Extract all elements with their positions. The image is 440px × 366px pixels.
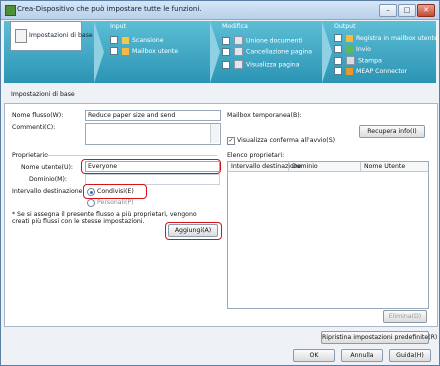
output-item-meap[interactable]: MEAP Connector: [334, 67, 407, 75]
output-header: Output: [334, 23, 356, 30]
comments-label: Commenti(C):: [12, 124, 56, 131]
maximize-button[interactable]: □: [398, 4, 416, 17]
column-divider: [360, 162, 361, 171]
temp-mailbox-label: Mailbox temporanea(B):: [227, 112, 302, 119]
owners-table-header: Intervallo destinazione Dominio Nome Ute…: [228, 162, 428, 172]
settings-panel: Nome flusso(W): Reduce paper size and se…: [4, 103, 438, 327]
app-icon: [5, 5, 16, 16]
user-mailbox-checkbox[interactable]: [110, 47, 118, 55]
settings-sheet-icon: [15, 29, 27, 43]
tab-basic-settings[interactable]: Impostazioni di base: [10, 21, 93, 51]
shared-radio[interactable]: [87, 188, 95, 196]
restore-defaults-button[interactable]: Ripristina impostazioni predefinite(R): [321, 331, 437, 344]
owners-table[interactable]: Intervallo destinazione Dominio Nome Ute…: [227, 161, 429, 309]
section-title: Impostazioni di base: [11, 91, 75, 98]
personal-radio[interactable]: [87, 199, 95, 207]
meap-connector-icon: [346, 67, 353, 75]
meap-checkbox[interactable]: [334, 67, 342, 75]
column-target-interval[interactable]: Intervallo destinazione: [231, 163, 301, 170]
scan-checkbox[interactable]: [110, 36, 118, 44]
delete-button[interactable]: Elimina(D): [383, 310, 427, 323]
flow-name-label: Nome flusso(W):: [12, 112, 64, 119]
flow-band: Impostazioni di base Input Scansione Mai…: [4, 21, 438, 83]
merge-documents-icon: [234, 36, 243, 45]
retrieve-info-button[interactable]: Recupera info(I): [359, 125, 425, 138]
scanner-icon: [122, 36, 129, 44]
print-checkbox[interactable]: [334, 56, 342, 65]
comments-scrollbar[interactable]: [210, 124, 219, 143]
domain-label: Dominio(M):: [29, 176, 67, 183]
view-page-icon: [234, 60, 243, 69]
target-interval-label: Intervallo destinazione:: [12, 188, 85, 195]
flow-arrow-icon: [322, 21, 332, 83]
dialog-window: Crea-Dispositivo che può impostare tutte…: [0, 0, 440, 366]
owner-group-divider: [47, 155, 217, 156]
mailbox-icon: [346, 34, 353, 42]
input-header: Input: [110, 23, 127, 30]
printer-icon: [346, 56, 355, 65]
show-confirm-checkbox[interactable]: ✓: [227, 137, 235, 145]
owners-list-label: Elenco proprietari:: [227, 152, 285, 159]
add-button[interactable]: Aggiungi(A): [168, 224, 218, 237]
store-mailbox-checkbox[interactable]: [334, 34, 342, 42]
username-label: Nome utente(U):: [21, 164, 73, 171]
window-title: Crea-Dispositivo che può impostare tutte…: [17, 5, 202, 13]
flow-name-input[interactable]: Reduce paper size and send: [85, 110, 221, 121]
modify-item-merge[interactable]: Unione documenti: [222, 36, 303, 45]
show-confirm-label: Visualizza conferma all'avvio(S): [237, 137, 336, 144]
close-button[interactable]: ✕: [417, 4, 435, 17]
modify-header: Modifica: [222, 23, 248, 30]
mailbox-icon: [122, 47, 129, 55]
modify-item-view-page[interactable]: Visualizza pagina: [222, 60, 300, 69]
flow-arrow-icon: [94, 21, 104, 83]
help-button[interactable]: Guida(H): [389, 349, 431, 362]
column-domain[interactable]: Dominio: [292, 163, 318, 170]
shared-label: Condivisi(E): [97, 188, 134, 195]
view-page-checkbox[interactable]: [222, 60, 230, 69]
ok-button[interactable]: OK: [293, 349, 335, 362]
cancel-button[interactable]: Annulla: [341, 349, 383, 362]
send-icon: [346, 45, 353, 53]
personal-label: Personali(P): [97, 199, 134, 206]
input-item-scan[interactable]: Scansione: [110, 36, 164, 44]
minimize-button[interactable]: –: [379, 4, 397, 17]
modify-item-delete-page[interactable]: Cancellazione pagina: [222, 47, 312, 56]
tab-basic-settings-label: Impostazioni di base: [29, 32, 93, 39]
output-item-store-mailbox[interactable]: Registra in mailbox utente: [334, 34, 438, 42]
column-username[interactable]: Nome Utente: [364, 163, 405, 170]
title-bar: Crea-Dispositivo che può impostare tutte…: [1, 1, 439, 20]
output-item-print[interactable]: Stampa: [334, 56, 382, 65]
output-item-send[interactable]: Invio: [334, 45, 371, 53]
merge-checkbox[interactable]: [222, 36, 230, 45]
delete-page-icon: [234, 47, 243, 56]
send-checkbox[interactable]: [334, 45, 342, 53]
column-divider: [288, 162, 289, 171]
owner-group-label: Proprietario: [12, 152, 49, 159]
username-input[interactable]: Everyone: [85, 161, 220, 172]
comments-textarea[interactable]: [85, 123, 221, 145]
input-item-user-mailbox[interactable]: Mailbox utente: [110, 47, 178, 55]
delete-page-checkbox[interactable]: [222, 47, 230, 56]
flow-arrow-icon: [210, 21, 220, 83]
